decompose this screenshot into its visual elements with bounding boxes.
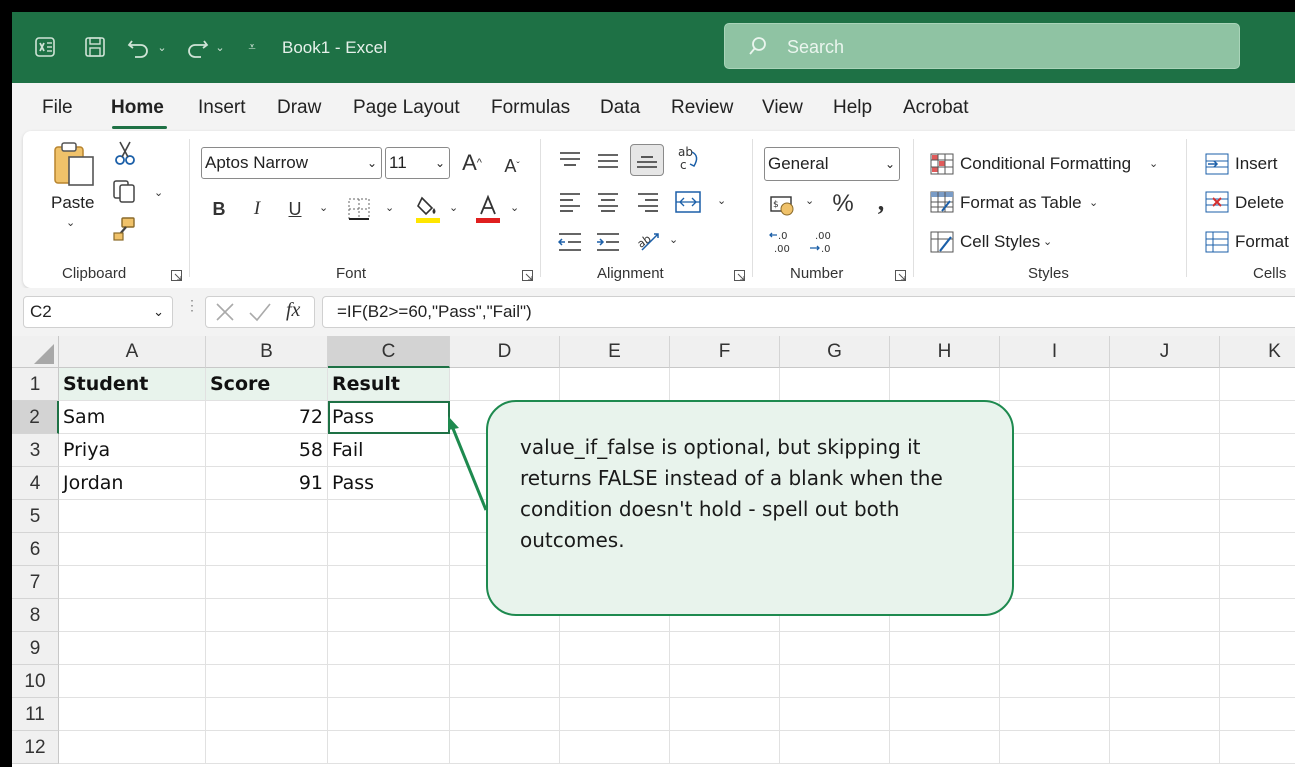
excel-window: ⌄ ⌄ ⩡ Book1 - Excel Search File Home Ins…: [12, 12, 1295, 767]
callout-pointer-icon: [448, 416, 488, 511]
